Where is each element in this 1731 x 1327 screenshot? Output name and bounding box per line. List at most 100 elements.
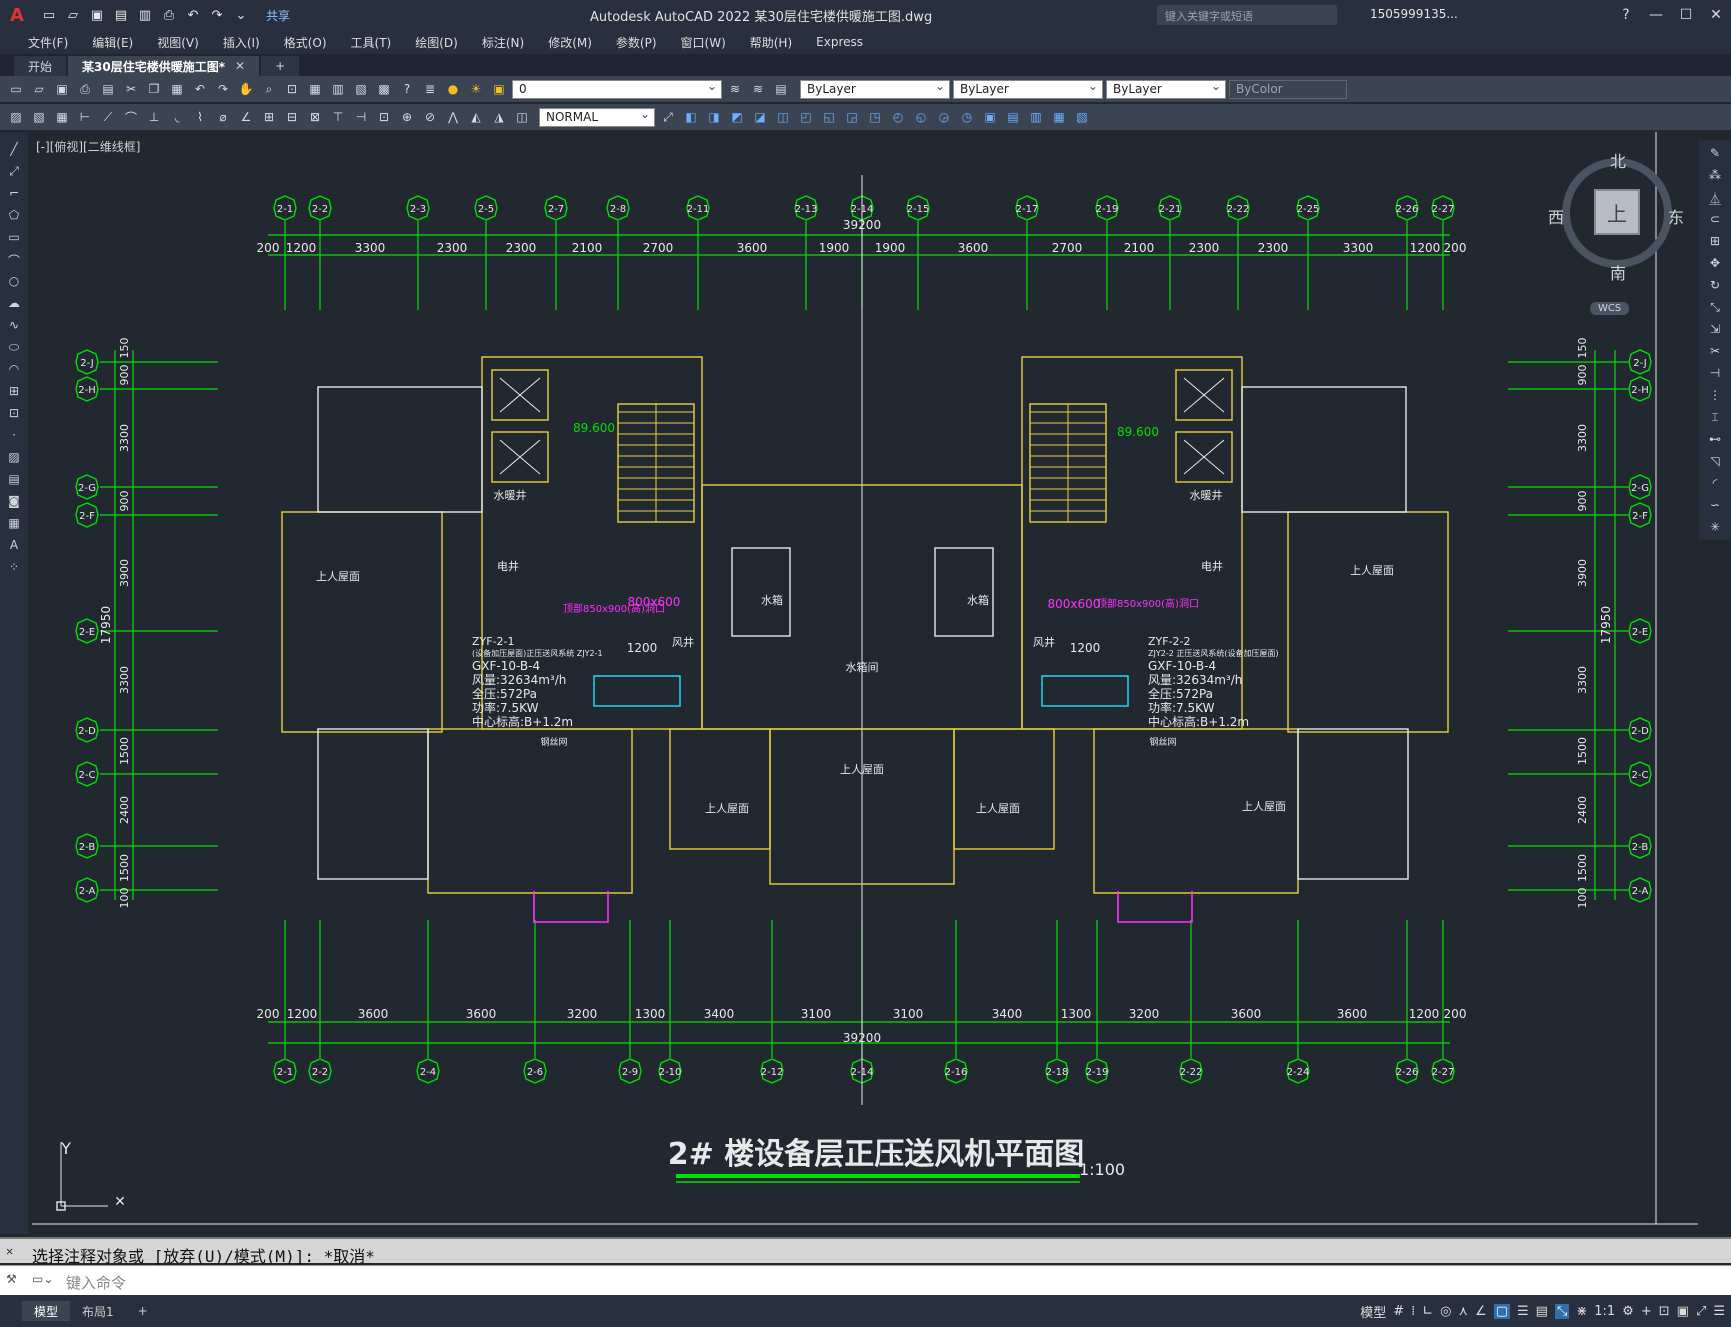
compass-east[interactable]: 东 <box>1668 204 1684 228</box>
table-icon[interactable]: ▦ <box>5 516 23 532</box>
tool-icon[interactable]: ◲ <box>842 107 862 127</box>
space-dim-icon[interactable]: ⊤ <box>328 107 348 127</box>
menu-item[interactable]: 编辑(E) <box>80 34 145 51</box>
join-icon[interactable]: ⊷ <box>1706 432 1724 448</box>
share-button[interactable]: 共享 <box>266 7 290 24</box>
tool-icon[interactable]: ◨ <box>704 107 724 127</box>
save-as-icon[interactable]: ▤ <box>112 6 130 24</box>
copy-icon[interactable]: ❐ <box>144 79 164 99</box>
open-file-icon[interactable]: ▱ <box>64 6 82 24</box>
spline-icon[interactable]: ∿ <box>5 318 23 334</box>
tool-icon[interactable]: ▣ <box>980 107 1000 127</box>
copy-object-icon[interactable]: ⁂ <box>1706 168 1724 184</box>
menu-item[interactable]: Express <box>804 35 875 49</box>
command-input[interactable]: ⚒ ▭⌄ 键入命令 <box>0 1265 1731 1295</box>
dim-style-icon[interactable]: ⤢ <box>658 107 678 127</box>
tool-icon[interactable]: ◶ <box>934 107 954 127</box>
pan-icon[interactable]: ✋ <box>236 79 256 99</box>
redo-icon[interactable]: ↷ <box>213 79 233 99</box>
layer-match-icon[interactable]: ▤ <box>771 79 791 99</box>
search-input[interactable]: 键入关键字或短语 <box>1157 5 1337 25</box>
user-account[interactable]: 1505999135... <box>1370 7 1458 21</box>
undo-icon[interactable]: ↶ <box>184 6 202 24</box>
view-cube-face[interactable]: 上 <box>1594 189 1640 235</box>
break-dim-icon[interactable]: ⊣ <box>351 107 371 127</box>
point-icon[interactable]: · <box>5 428 23 444</box>
plotstyle-dropdown[interactable]: ByColor <box>1229 79 1347 99</box>
annotation-visibility-icon[interactable]: ⋇ <box>1576 1304 1587 1319</box>
tool-palette-icon[interactable]: ▧ <box>351 79 371 99</box>
grid-icon[interactable]: # <box>1393 1304 1404 1319</box>
lineweight-dropdown[interactable]: ByLayer <box>1106 79 1226 99</box>
make-block-icon[interactable]: ⊡ <box>5 406 23 422</box>
preview-icon[interactable]: ▤ <box>98 79 118 99</box>
layer-on-icon[interactable]: ● <box>443 79 463 99</box>
extend-icon[interactable]: ⊣ <box>1706 366 1724 382</box>
layer-dropdown[interactable]: 0 <box>512 79 722 99</box>
tab-drawing[interactable]: 某30层住宅楼供暖施工图* ✕ <box>68 56 260 76</box>
break-icon[interactable]: ⌶ <box>1706 410 1724 426</box>
break-point-icon[interactable]: ⋮ <box>1706 388 1724 404</box>
offset-icon[interactable]: ⊂ <box>1706 212 1724 228</box>
save-icon[interactable]: ▣ <box>88 6 106 24</box>
scale-icon[interactable]: ⤡ <box>1706 300 1724 316</box>
calculator-icon[interactable]: ▩ <box>374 79 394 99</box>
linear-dim-icon[interactable]: ⊢ <box>75 107 95 127</box>
print-icon[interactable]: ⎙ <box>75 79 95 99</box>
undo-icon[interactable]: ↶ <box>190 79 210 99</box>
tolerance-icon[interactable]: ⊡ <box>374 107 394 127</box>
layer-previous-icon[interactable]: ≋ <box>748 79 768 99</box>
wrench-icon[interactable]: ⚒ <box>6 1272 17 1286</box>
selection-cycling-icon[interactable]: ⤡ <box>1554 1304 1570 1319</box>
baseline-dim-icon[interactable]: ⊟ <box>282 107 302 127</box>
design-center-icon[interactable]: ▥ <box>328 79 348 99</box>
line-icon[interactable]: ╱ <box>5 142 23 158</box>
new-file-icon[interactable]: ▭ <box>40 6 58 24</box>
wcs-menu[interactable]: WCS <box>1590 302 1630 315</box>
tool-icon[interactable]: ◴ <box>888 107 908 127</box>
tool-icon[interactable]: ▧ <box>29 107 49 127</box>
color-dropdown[interactable]: ByLayer <box>800 79 950 99</box>
mirror-icon[interactable]: ⏅ <box>1706 190 1724 206</box>
radius-dim-icon[interactable]: ◟ <box>167 107 187 127</box>
close-tab-icon[interactable]: ✕ <box>235 59 245 73</box>
insert-block-icon[interactable]: ⊞ <box>5 384 23 400</box>
revcloud-icon[interactable]: ☁ <box>5 296 23 312</box>
transparency-icon[interactable]: ▤ <box>1536 1304 1548 1319</box>
gear-icon[interactable]: ⚙ <box>1622 1304 1634 1319</box>
menu-item[interactable]: 标注(N) <box>470 34 536 51</box>
lineweight-icon[interactable]: ☰ <box>1517 1304 1529 1319</box>
paste-icon[interactable]: ▦ <box>167 79 187 99</box>
compass-west[interactable]: 西 <box>1548 204 1564 228</box>
minimize-icon[interactable]: — <box>1641 0 1671 30</box>
trim-icon[interactable]: ✂ <box>1706 344 1724 360</box>
annotation-scale[interactable]: 1:1 <box>1594 1304 1615 1319</box>
tool-icon[interactable]: ▨ <box>6 107 26 127</box>
ellipse-arc-icon[interactable]: ◠ <box>5 362 23 378</box>
tab-start[interactable]: 开始 <box>14 56 67 76</box>
tool-icon[interactable]: ▤ <box>1003 107 1023 127</box>
tool-icon[interactable]: ◳ <box>865 107 885 127</box>
customize-icon[interactable]: ☰ <box>1713 1304 1725 1319</box>
menu-item[interactable]: 窗口(W) <box>669 34 738 51</box>
tool-icon[interactable]: ▦ <box>1049 107 1069 127</box>
polygon-icon[interactable]: ⬠ <box>5 208 23 224</box>
tool-icon[interactable]: ◷ <box>957 107 977 127</box>
diameter-dim-icon[interactable]: ⌀ <box>213 107 233 127</box>
polyline-icon[interactable]: ⌐ <box>5 186 23 202</box>
tool-icon[interactable]: ◪ <box>750 107 770 127</box>
tool-icon[interactable]: ◵ <box>911 107 931 127</box>
plus-icon[interactable]: + <box>1641 1304 1652 1319</box>
new-tab-button[interactable]: + <box>261 56 300 76</box>
move-icon[interactable]: ✥ <box>1706 256 1724 272</box>
add-layout-icon[interactable]: + <box>126 1301 160 1321</box>
jogged-dim-icon[interactable]: ⌇ <box>190 107 210 127</box>
menu-item[interactable]: 插入(I) <box>211 34 272 51</box>
new-icon[interactable]: ▭ <box>6 79 26 99</box>
help-icon[interactable]: ? <box>1611 0 1641 30</box>
tab-layout1[interactable]: 布局1 <box>70 1301 126 1321</box>
edit-dim-icon[interactable]: ◭ <box>466 107 486 127</box>
blend-icon[interactable]: ∽ <box>1706 498 1724 514</box>
menu-item[interactable]: 视图(V) <box>145 34 211 51</box>
array-icon[interactable]: ⊞ <box>1706 234 1724 250</box>
